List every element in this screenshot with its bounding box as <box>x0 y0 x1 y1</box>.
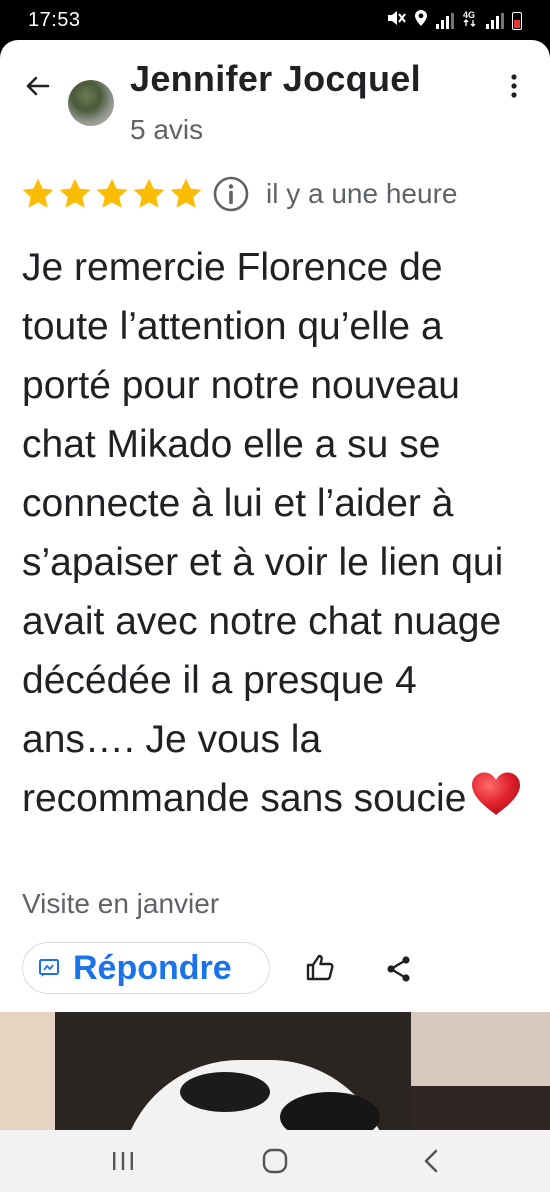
like-button[interactable] <box>304 952 336 984</box>
review-time: il y a une heure <box>266 178 458 209</box>
share-icon <box>387 956 410 982</box>
signal-icon <box>436 13 454 29</box>
info-icon[interactable] <box>212 175 250 213</box>
home-button[interactable] <box>262 1148 288 1174</box>
system-nav-bar <box>0 1130 550 1192</box>
rating-row: il y a une heure <box>20 172 457 216</box>
visit-date: Visite en janvier <box>22 888 220 919</box>
share-button[interactable] <box>384 954 414 984</box>
star-icon <box>22 178 54 208</box>
reply-button[interactable]: Répondre <box>22 942 270 994</box>
cat-spot <box>180 1072 270 1112</box>
battery-icon <box>512 12 522 30</box>
photo-shelf <box>411 1086 550 1130</box>
reply-icon <box>39 959 59 977</box>
status-bar: 17:53 4G <box>0 0 550 40</box>
photo-wall <box>0 1012 55 1130</box>
review-photo[interactable] <box>0 1012 550 1130</box>
avatar[interactable] <box>68 80 114 126</box>
review-count: 5 avis <box>130 114 204 145</box>
review-body: Je remercie Florence de toute l’attentio… <box>22 246 504 820</box>
star-rating <box>20 176 204 212</box>
status-time: 17:53 <box>28 9 81 31</box>
star-icon <box>96 178 128 208</box>
heart-icon <box>472 772 521 815</box>
location-icon <box>414 9 428 33</box>
star-icon <box>133 178 165 208</box>
review-text: Je remercie Florence de toute l’attentio… <box>22 238 537 828</box>
reply-label: Répondre <box>73 948 232 987</box>
more-options-button[interactable] <box>500 70 528 102</box>
recent-apps-button[interactable] <box>108 1150 138 1172</box>
review-sheet: Jennifer Jocquel 5 avis il y a une heure… <box>0 40 550 1130</box>
arrow-back-icon <box>26 76 50 96</box>
status-icons: 4G <box>386 9 522 33</box>
4g-icon: 4G <box>462 9 478 33</box>
more-vert-icon <box>511 74 517 98</box>
mute-icon <box>386 9 406 33</box>
signal-icon <box>486 13 504 29</box>
reviewer-name[interactable]: Jennifer Jocquel <box>130 58 421 100</box>
thumbs-up-icon <box>306 954 334 981</box>
star-icon <box>59 178 91 208</box>
svg-text:4G: 4G <box>463 10 475 20</box>
star-icon <box>170 178 202 208</box>
nav-back-button[interactable] <box>420 1148 442 1174</box>
back-button[interactable] <box>22 70 54 102</box>
